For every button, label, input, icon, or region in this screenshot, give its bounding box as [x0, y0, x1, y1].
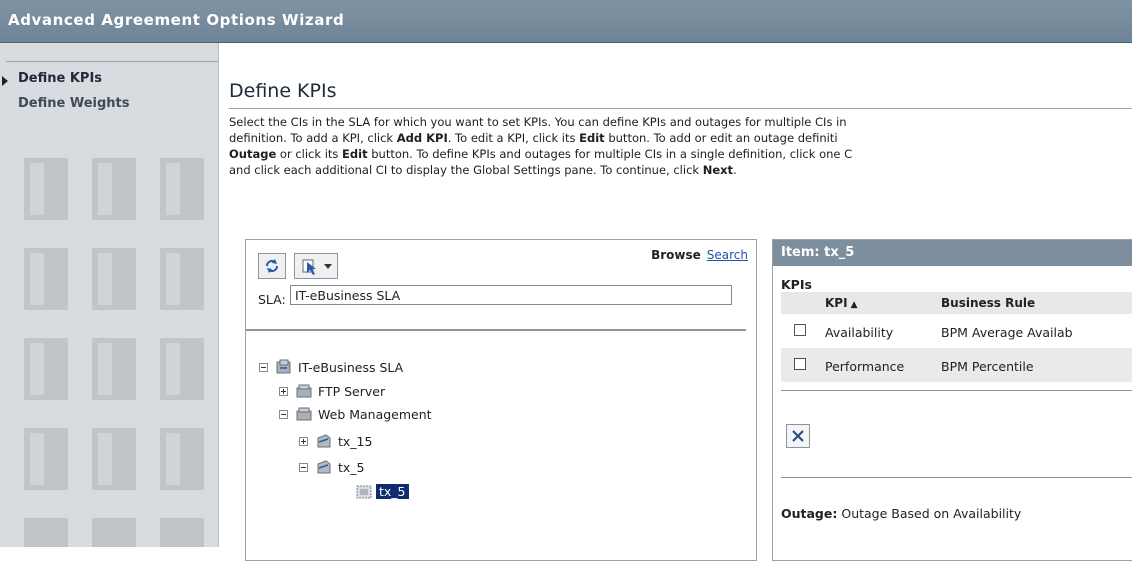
collapse-toggle[interactable] — [259, 363, 268, 372]
collapse-toggle[interactable] — [299, 463, 308, 472]
instructions-line-4: and click each additional CI to display … — [229, 163, 737, 177]
kpi-row-checkbox[interactable] — [794, 358, 806, 370]
cursor-select-icon — [302, 259, 332, 275]
kpi-row-checkbox[interactable] — [794, 324, 806, 336]
instructions-line-2: definition. To add a KPI, click Add KPI.… — [229, 131, 838, 145]
expand-toggle[interactable] — [299, 437, 308, 446]
instructions-line-3: Outage or click its Edit button. To defi… — [229, 147, 853, 161]
browser-divider — [246, 329, 746, 331]
main-content: Define KPIs Select the CIs in the SLA fo… — [219, 43, 1132, 561]
sla-label: SLA: — [258, 292, 286, 307]
item-header-title: Item: tx_5 — [781, 245, 855, 260]
kpi-name: Availability — [825, 325, 894, 340]
transaction-leaf-icon — [356, 485, 372, 499]
search-mode-link[interactable]: Search — [707, 248, 748, 262]
outage-summary: Outage: Outage Based on Availability — [781, 506, 1021, 521]
title-divider — [229, 108, 1132, 109]
group-icon — [296, 407, 312, 421]
refresh-icon — [266, 259, 278, 273]
instructions-text: Select the CIs in the SLA for which you … — [229, 114, 1132, 178]
browse-search-switch: Browse Search — [651, 248, 748, 262]
tree-node-tx-5[interactable]: tx_5 — [294, 458, 594, 478]
ci-browser-pane: Browse Search SLA: IT-eBusiness SLA FTP S… — [245, 239, 757, 561]
kpis-section-label: KPIs — [781, 277, 812, 292]
tree-label-selected: tx_5 — [376, 484, 409, 499]
wizard-title: Advanced Agreement Options Wizard — [8, 11, 345, 29]
current-step-arrow-icon — [2, 76, 8, 86]
kpi-row: Availability BPM Average Availab — [781, 314, 1132, 348]
group-icon — [296, 384, 312, 398]
tree-node-web-management[interactable]: Web Management — [274, 405, 574, 425]
tree-label: Web Management — [318, 407, 432, 422]
wizard-title-bar: Advanced Agreement Options Wizard — [0, 0, 1132, 43]
business-rule-column-header[interactable]: Business Rule — [941, 296, 1035, 310]
sla-field[interactable] — [290, 285, 732, 305]
item-header: Item: tx_5 — [773, 240, 1132, 266]
tree-label: FTP Server — [318, 384, 386, 399]
sla-icon — [276, 359, 291, 374]
collapse-toggle[interactable] — [279, 410, 288, 419]
tree-node-ftp-server[interactable]: FTP Server — [274, 382, 574, 402]
instructions-line-1: Select the CIs in the SLA for which you … — [229, 115, 847, 129]
kpi-business-rule: BPM Percentile — [941, 359, 1034, 374]
step-define-weights[interactable]: Define Weights — [18, 96, 130, 111]
tree-node-sla[interactable]: IT-eBusiness SLA — [254, 358, 554, 378]
page-title: Define KPIs — [229, 80, 337, 102]
outage-label: Outage: — [781, 506, 838, 521]
steps-divider — [6, 61, 218, 62]
kpi-name: Performance — [825, 359, 905, 374]
expand-toggle[interactable] — [279, 387, 288, 396]
tree-label: IT-eBusiness SLA — [298, 360, 404, 375]
tree-node-tx-5-leaf[interactable]: tx_5 — [356, 483, 556, 503]
tree-label: tx_5 — [338, 460, 365, 475]
wizard-steps-panel: Define KPIs Define Weights — [0, 43, 219, 547]
kpi-table-header: KPI ▲ Business Rule — [781, 292, 1132, 314]
kpi-business-rule: BPM Average Availab — [941, 325, 1073, 340]
transaction-icon — [317, 460, 331, 474]
select-menu-button[interactable] — [294, 253, 338, 279]
tree-label: tx_15 — [338, 434, 373, 449]
tree-node-tx-15[interactable]: tx_15 — [294, 432, 594, 452]
step-define-kpis[interactable]: Define KPIs — [18, 71, 102, 86]
item-detail-pane: Item: tx_5 KPIs KPI ▲ Business Rule Avail… — [772, 239, 1132, 561]
outage-value: Outage Based on Availability — [841, 506, 1022, 521]
actions-divider — [781, 477, 1132, 478]
browse-mode-label: Browse — [651, 248, 701, 262]
building-background-image — [0, 43, 218, 547]
refresh-button[interactable] — [258, 253, 286, 279]
sort-ascending-icon: ▲ — [850, 300, 858, 310]
kpi-column-header[interactable]: KPI ▲ — [825, 296, 857, 310]
transaction-icon — [317, 434, 331, 448]
kpi-table-bottom-divider — [781, 390, 1132, 391]
delete-kpi-button[interactable] — [786, 424, 810, 448]
delete-x-icon — [792, 430, 804, 442]
kpi-row: Performance BPM Percentile — [781, 348, 1132, 382]
